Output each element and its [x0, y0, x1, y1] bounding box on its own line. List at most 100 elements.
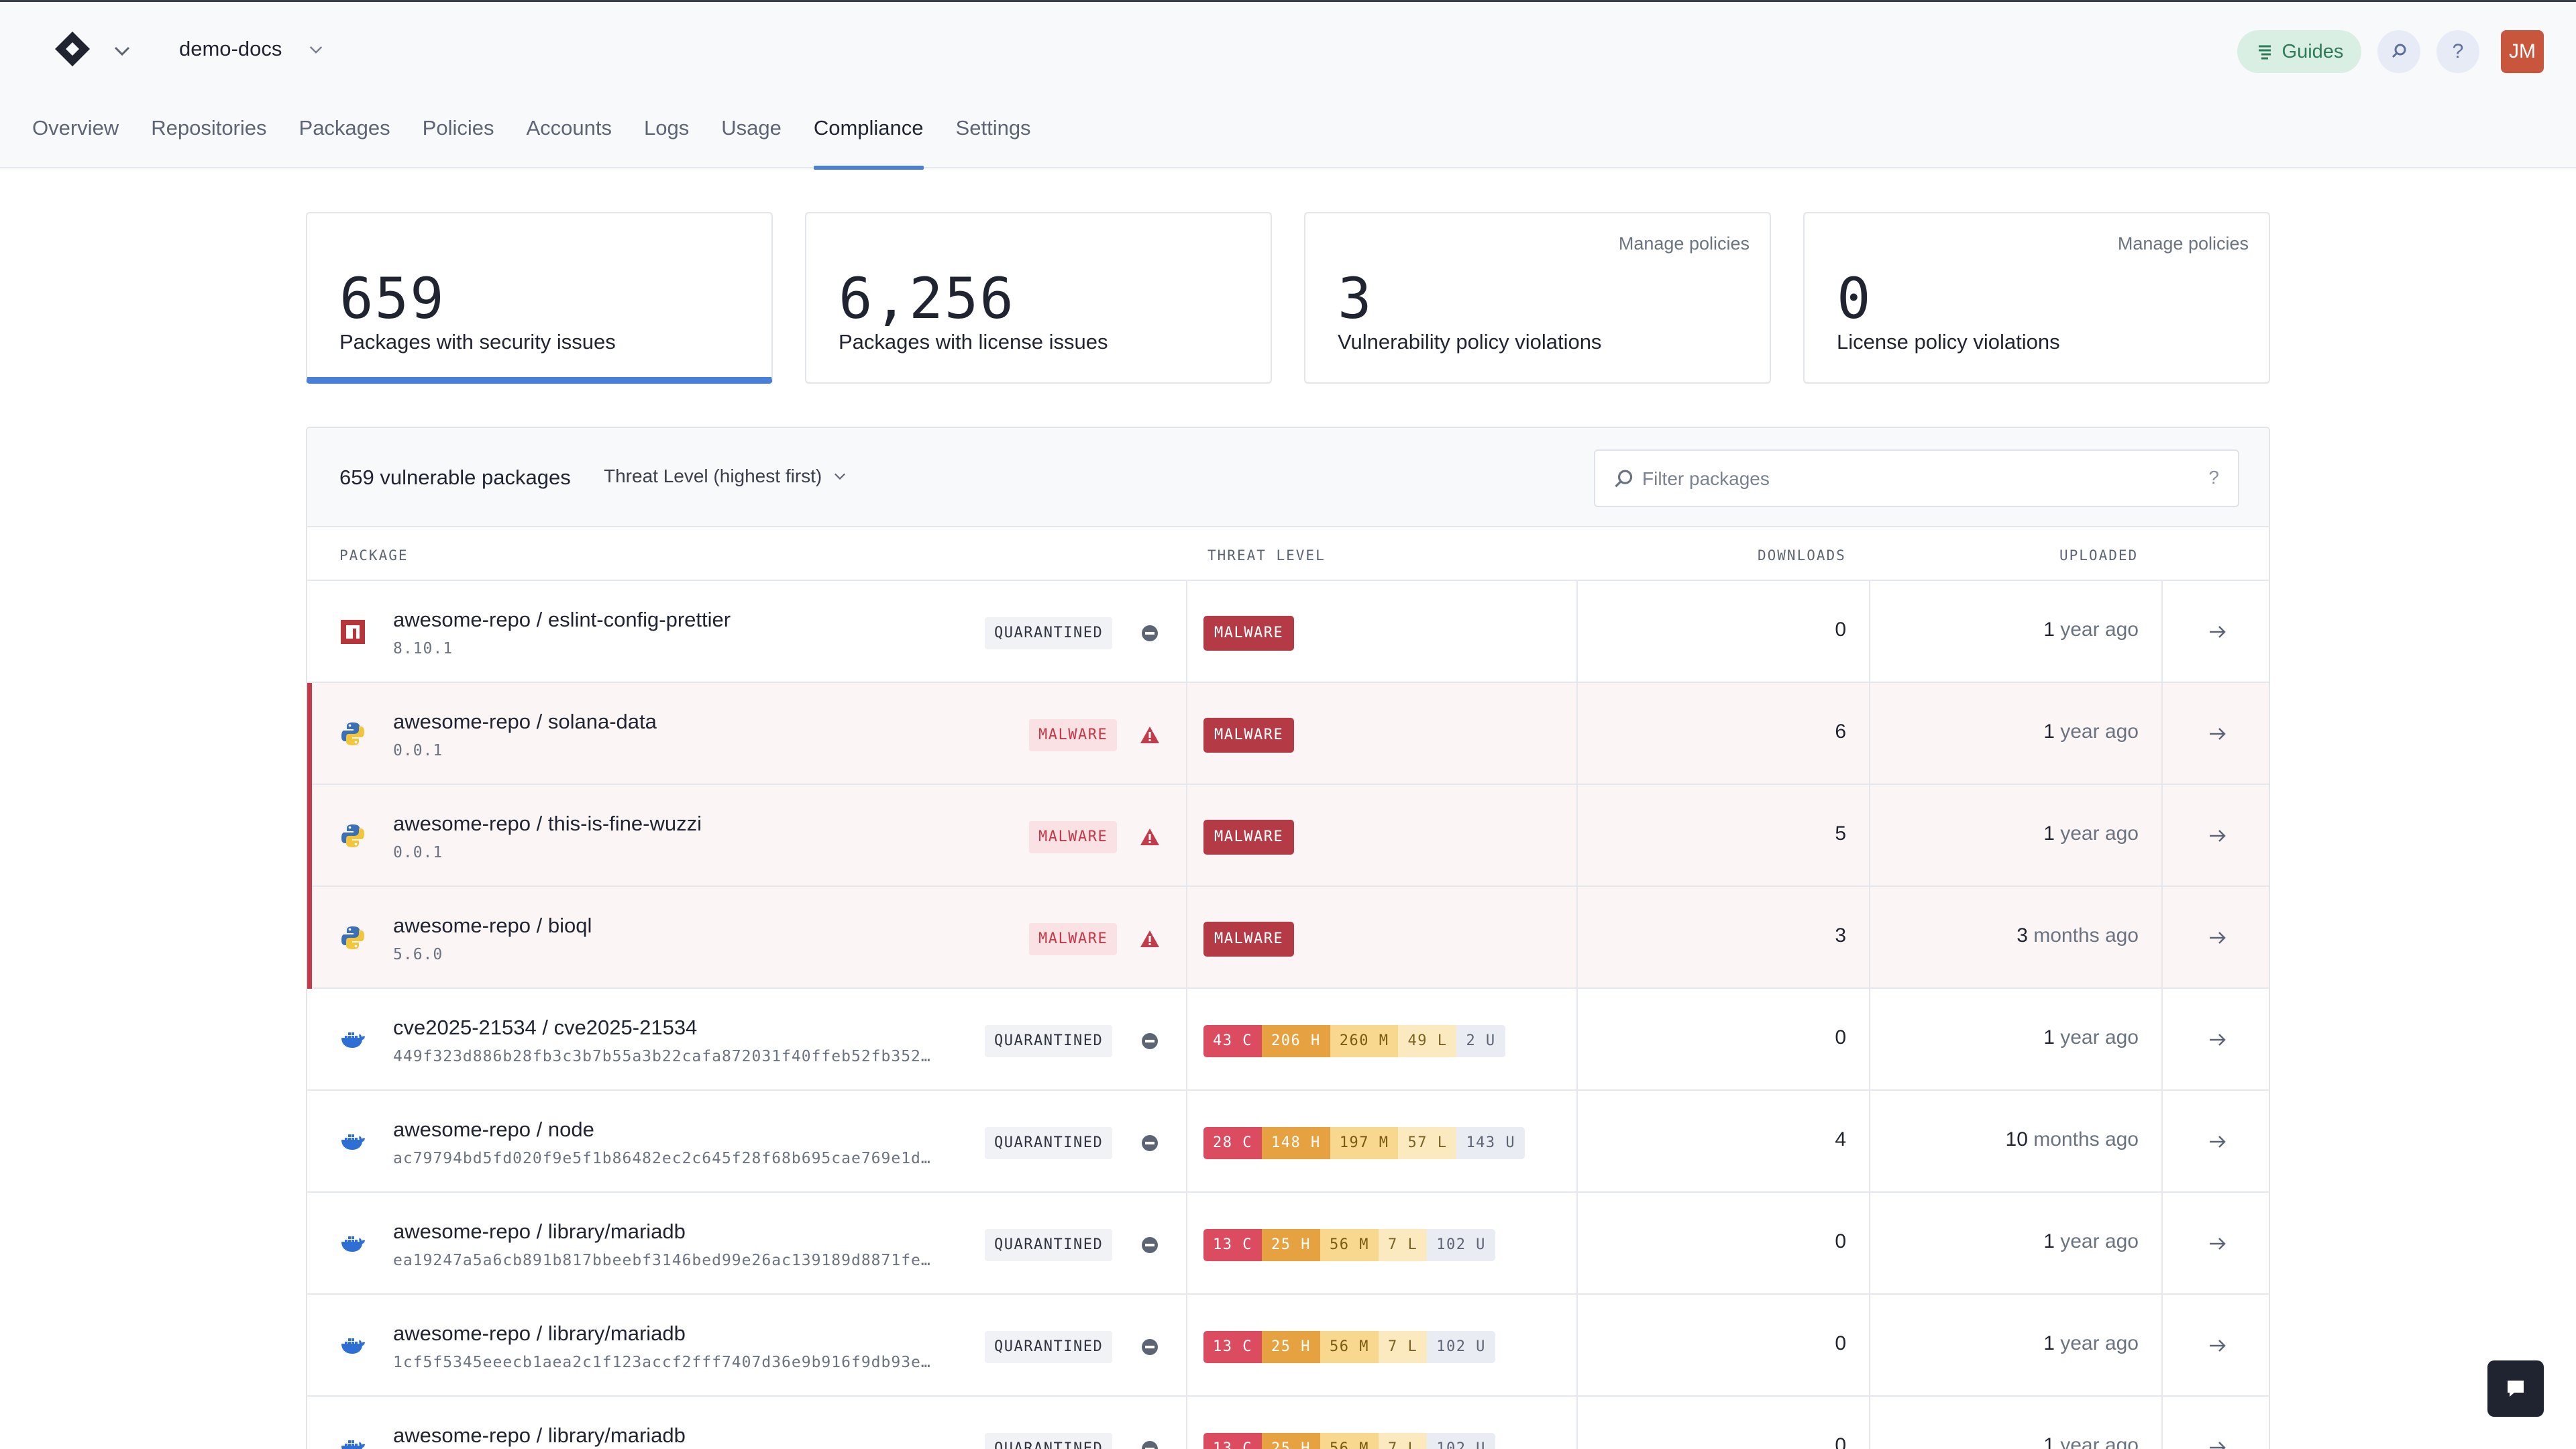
low-count: 57 L [1398, 1127, 1457, 1159]
malware-indicator-bar [307, 785, 312, 887]
package-name-link[interactable]: cve2025-21534 / cve2025-21534 [393, 1016, 697, 1040]
uploaded-unit: months ago [2027, 924, 2139, 947]
uploaded-value: 1 year ago [2043, 1434, 2139, 1449]
arrow-right-icon[interactable] [2206, 1334, 2230, 1358]
manage-policies-link[interactable]: Manage policies [2118, 233, 2249, 254]
card-security-issues[interactable]: 659 Packages with security issues [306, 212, 773, 384]
filter-help-icon[interactable]: ? [2208, 467, 2219, 488]
package-name-link[interactable]: awesome-repo / bioql [393, 914, 592, 938]
arrow-right-icon[interactable] [2206, 1130, 2230, 1154]
card-vulnerability-violations[interactable]: Manage policies 3 Vulnerability policy v… [1304, 212, 1771, 384]
malware-threat-badge: MALWARE [1203, 616, 1295, 651]
tab-packages[interactable]: Packages [283, 115, 407, 170]
arrow-right-icon[interactable] [2206, 722, 2230, 746]
tab-repositories[interactable]: Repositories [135, 115, 282, 170]
table-row[interactable]: awesome-repo / library/mariadb ea19247a5a… [307, 1193, 2269, 1295]
vulnerable-packages-panel: 659 vulnerable packages Threat Level (hi… [306, 427, 2270, 1449]
quarantine-icon [1142, 1441, 1158, 1449]
row-action-cell[interactable] [2161, 1193, 2269, 1295]
low-count: 49 L [1398, 1025, 1457, 1057]
package-name-link[interactable]: awesome-repo / library/mariadb [393, 1322, 686, 1346]
severity-breakdown: 13 C 25 H 56 M7 L 102 U [1203, 1229, 1495, 1261]
card-label: Packages with license issues [839, 330, 1108, 354]
card-license-violations[interactable]: Manage policies 0 License policy violati… [1803, 212, 2270, 384]
threat-level-cell: MALWARE [1186, 683, 1576, 785]
table-row[interactable]: cve2025-21534 / cve2025-21534 449f323d886… [307, 989, 2269, 1091]
package-name-link[interactable]: awesome-repo / library/mariadb [393, 1424, 686, 1448]
high-count: 25 H [1261, 1331, 1320, 1363]
panel-toolbar: 659 vulnerable packages Threat Level (hi… [307, 428, 2269, 527]
uploaded-value: 1 year ago [2043, 619, 2139, 641]
sort-dropdown[interactable]: Threat Level (highest first) [604, 466, 849, 487]
table-row[interactable]: awesome-repo / node ac79794bd5fd020f9e5f1… [307, 1091, 2269, 1193]
downloads-cell: 0 [1576, 1397, 1869, 1449]
critical-count: 28 C [1203, 1127, 1262, 1159]
threat-level-cell: 13 C 25 H 56 M7 L 102 U [1186, 1295, 1576, 1397]
filter-input[interactable] [1642, 464, 2165, 494]
row-action-cell[interactable] [2161, 1295, 2269, 1397]
table-row[interactable]: awesome-repo / eslint-config-prettier 8.1… [307, 581, 2269, 683]
package-name-link[interactable]: awesome-repo / library/mariadb [393, 1220, 686, 1244]
uploaded-unit: year ago [2054, 1230, 2139, 1252]
arrow-right-icon[interactable] [2206, 824, 2230, 848]
org-switcher-chevron-icon[interactable] [110, 39, 134, 63]
docker-icon [339, 1026, 366, 1053]
package-name-link[interactable]: awesome-repo / this-is-fine-wuzzi [393, 812, 702, 836]
tab-accounts[interactable]: Accounts [510, 115, 628, 170]
quarantined-badge: QUARANTINED [985, 617, 1113, 649]
tab-logs[interactable]: Logs [628, 115, 705, 170]
workspace-chevron-icon[interactable] [306, 40, 326, 60]
tab-overview[interactable]: Overview [32, 115, 135, 170]
table-row[interactable]: awesome-repo / bioql 5.6.0 MALWARE MALWARE 3… [307, 887, 2269, 989]
tab-settings[interactable]: Settings [940, 115, 1047, 170]
python-icon [339, 924, 366, 951]
guides-button[interactable]: Guides [2237, 30, 2361, 73]
row-action-cell[interactable] [2161, 1091, 2269, 1193]
table-row[interactable]: awesome-repo / library/mariadb QUARANTINE… [307, 1397, 2269, 1449]
card-value: 6,256 [839, 266, 1015, 331]
column-header-downloads[interactable]: DOWNLOADS [1758, 547, 1846, 564]
unknown-count: 102 U [1427, 1229, 1495, 1261]
severity-breakdown: 43 C 206 H 260 M 49 L2 U [1203, 1025, 1505, 1057]
arrow-right-icon[interactable] [2206, 1232, 2230, 1256]
row-action-cell[interactable] [2161, 989, 2269, 1091]
row-action-cell[interactable] [2161, 785, 2269, 887]
card-license-issues[interactable]: 6,256 Packages with license issues [805, 212, 1272, 384]
tab-usage[interactable]: Usage [705, 115, 798, 170]
table-header: PACKAGE THREAT LEVEL DOWNLOADS UPLOADED [307, 527, 2269, 581]
search-icon [1615, 470, 1633, 488]
row-action-cell[interactable] [2161, 683, 2269, 785]
package-name-link[interactable]: awesome-repo / eslint-config-prettier [393, 608, 731, 632]
arrow-right-icon[interactable] [2206, 620, 2230, 644]
uploaded-value: 10 months ago [2006, 1128, 2139, 1151]
tab-policies[interactable]: Policies [407, 115, 511, 170]
table-row[interactable]: awesome-repo / library/mariadb 1cf5f5345e… [307, 1295, 2269, 1397]
chat-button[interactable] [2487, 1360, 2544, 1417]
row-action-cell[interactable] [2161, 581, 2269, 683]
manage-policies-link[interactable]: Manage policies [1619, 233, 1750, 254]
severity-breakdown: 28 C 148 H 197 M 57 L 143 U [1203, 1127, 1525, 1159]
downloads-value: 0 [1835, 1434, 1846, 1449]
arrow-right-icon[interactable] [2206, 926, 2230, 950]
uploaded-value: 1 year ago [2043, 822, 2139, 845]
search-button[interactable] [2377, 30, 2420, 73]
package-name-link[interactable]: awesome-repo / solana-data [393, 710, 657, 734]
arrow-right-icon[interactable] [2206, 1028, 2230, 1052]
tab-compliance[interactable]: Compliance [798, 115, 940, 170]
uploaded-cell: 1 year ago [1869, 581, 2161, 683]
logo-icon[interactable] [52, 29, 93, 69]
user-avatar[interactable]: JM [2501, 30, 2544, 73]
help-button[interactable]: ? [2436, 30, 2479, 73]
table-row[interactable]: awesome-repo / this-is-fine-wuzzi 0.0.1 MA… [307, 785, 2269, 887]
row-action-cell[interactable] [2161, 1397, 2269, 1449]
workspace-name[interactable]: demo-docs [179, 37, 282, 61]
package-name-link[interactable]: awesome-repo / node [393, 1118, 594, 1142]
column-header-threat-level[interactable]: THREAT LEVEL [1208, 547, 1326, 564]
uploaded-cell: 1 year ago [1869, 683, 2161, 785]
table-row[interactable]: awesome-repo / solana-data 0.0.1 MALWARE MA… [307, 683, 2269, 785]
row-action-cell[interactable] [2161, 887, 2269, 989]
column-header-uploaded[interactable]: UPLOADED [2059, 547, 2138, 564]
low-count: 7 L [1378, 1331, 1428, 1363]
stat-cards: 659 Packages with security issues 6,256 … [306, 212, 2270, 384]
arrow-right-icon[interactable] [2206, 1436, 2230, 1449]
